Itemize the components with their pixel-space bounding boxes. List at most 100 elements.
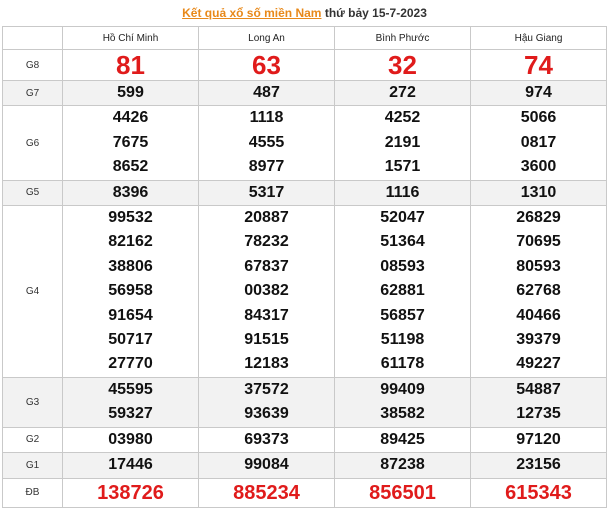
prize-cell: 99532 82162 38806 56958 91654 50717 27770 <box>62 205 199 378</box>
prize-cell: 1116 <box>334 179 471 207</box>
prize-number: 99532 <box>108 209 153 227</box>
prize-cell: 99409 38582 <box>334 376 471 428</box>
prize-number: 91515 <box>244 331 289 349</box>
prize-cell: 54887 12735 <box>470 376 607 428</box>
prize-number: 2191 <box>384 133 421 151</box>
results-table: Hồ Chí Minh Long An Bình Phước Hậu Giang… <box>2 26 607 508</box>
prize-cell: 1310 <box>470 179 607 207</box>
prize-label: G8 <box>2 49 63 81</box>
province-name[interactable]: Hậu Giang <box>470 26 607 50</box>
prize-number: 80593 <box>516 257 561 275</box>
prize-number: 82162 <box>108 233 153 251</box>
prize-cell: 20887 78232 67837 00382 84317 91515 12183 <box>198 205 335 378</box>
prize-number: 974 <box>525 84 552 101</box>
prize-number: 97120 <box>516 430 561 448</box>
prize-label: G5 <box>2 179 63 207</box>
prize-number: 59327 <box>108 405 153 423</box>
prize-number: 615343 <box>505 481 572 504</box>
prize-number: 51198 <box>380 331 425 349</box>
prize-cell: 97120 <box>470 426 607 454</box>
prize-number: 78232 <box>244 233 289 251</box>
prize-number: 12183 <box>244 355 289 373</box>
prize-number: 91654 <box>108 306 153 324</box>
province-name[interactable]: Hồ Chí Minh <box>62 26 199 50</box>
prize-cell: 1118 4555 8977 <box>198 105 335 181</box>
prize-cell: 52047 51364 08593 62881 56857 51198 61178 <box>334 205 471 378</box>
prize-number: 62768 <box>516 282 561 300</box>
prize-row: G2 03980 69373 89425 97120 <box>2 426 607 454</box>
prize-cell: 45595 59327 <box>62 376 199 428</box>
prize-number: 50717 <box>108 331 153 349</box>
prize-row: ĐB 138726 885234 856501 615343 <box>2 477 607 508</box>
prize-cell: 81 <box>62 49 199 81</box>
prize-cell: 8396 <box>62 179 199 207</box>
page-title: Kết quả xổ số miền Nam thứ bảy 15-7-2023 <box>0 0 609 26</box>
prize-number: 99084 <box>244 456 289 474</box>
prize-number: 32 <box>388 50 417 80</box>
prize-number: 26829 <box>516 209 561 227</box>
prize-number: 17446 <box>108 456 153 474</box>
prize-cell: 23156 <box>470 452 607 479</box>
prize-number: 4555 <box>248 133 285 151</box>
prize-number: 87238 <box>380 456 425 474</box>
prize-row: G7 599 487 272 974 <box>2 79 607 107</box>
prize-number: 63 <box>252 50 281 80</box>
prize-cell: 272 <box>334 79 471 107</box>
province-header-row: Hồ Chí Minh Long An Bình Phước Hậu Giang <box>2 26 607 50</box>
prize-number: 5317 <box>248 183 285 201</box>
prize-number: 37572 <box>244 380 289 398</box>
prize-number: 8652 <box>112 158 149 176</box>
prize-number: 69373 <box>244 430 289 448</box>
prize-number: 74 <box>524 50 553 80</box>
prize-cell: 885234 <box>198 477 335 508</box>
prize-number: 8977 <box>248 158 285 176</box>
prize-cell: 856501 <box>334 477 471 508</box>
province-name[interactable]: Bình Phước <box>334 26 471 50</box>
prize-number: 62881 <box>380 282 425 300</box>
prize-number: 856501 <box>369 481 436 504</box>
prize-number: 56958 <box>108 282 153 300</box>
prize-cell: 03980 <box>62 426 199 454</box>
prize-cell: 74 <box>470 49 607 81</box>
prize-cell: 89425 <box>334 426 471 454</box>
prize-number: 12735 <box>516 405 561 423</box>
prize-row: G8 81 63 32 74 <box>2 49 607 81</box>
prize-number: 8396 <box>112 183 149 201</box>
prize-number: 0817 <box>520 133 557 151</box>
prize-cell: 615343 <box>470 477 607 508</box>
prize-number: 52047 <box>380 209 425 227</box>
prize-cell: 138726 <box>62 477 199 508</box>
prize-number: 487 <box>253 84 280 101</box>
prize-cell: 17446 <box>62 452 199 479</box>
prize-label: G4 <box>2 205 63 378</box>
prize-number: 84317 <box>244 306 289 324</box>
prize-number: 99409 <box>380 380 425 398</box>
prize-number: 39379 <box>516 331 561 349</box>
prize-row: G1 17446 99084 87238 23156 <box>2 452 607 479</box>
prize-cell: 5066 0817 3600 <box>470 105 607 181</box>
prize-number: 1310 <box>520 183 557 201</box>
prize-cell: 32 <box>334 49 471 81</box>
prize-number: 4252 <box>384 109 421 127</box>
prize-number: 61178 <box>380 355 425 373</box>
prize-label: ĐB <box>2 477 63 508</box>
prize-number: 54887 <box>516 380 561 398</box>
prize-number: 20887 <box>244 209 289 227</box>
prize-number: 70695 <box>516 233 561 251</box>
corner-cell <box>2 26 63 50</box>
prize-row: G4 99532 82162 38806 56958 91654 50717 27770 208… <box>2 205 607 378</box>
province-name[interactable]: Long An <box>198 26 335 50</box>
prize-number: 1118 <box>249 109 284 127</box>
prize-row: G3 45595 59327 37572 93639 99409 38582 54887 127… <box>2 376 607 428</box>
prize-row: G6 4426 7675 8652 1118 4555 8977 4252 2191 1571 50… <box>2 105 607 181</box>
prize-number: 00382 <box>244 282 289 300</box>
prize-number: 885234 <box>233 481 300 504</box>
title-link[interactable]: Kết quả xổ số miền Nam <box>182 6 321 20</box>
prize-cell: 37572 93639 <box>198 376 335 428</box>
prize-number: 23156 <box>516 456 561 474</box>
prize-cell: 26829 70695 80593 62768 40466 39379 49227 <box>470 205 607 378</box>
prize-number: 81 <box>116 50 145 80</box>
prize-number: 45595 <box>108 380 153 398</box>
prize-cell: 599 <box>62 79 199 107</box>
prize-number: 272 <box>389 84 416 101</box>
